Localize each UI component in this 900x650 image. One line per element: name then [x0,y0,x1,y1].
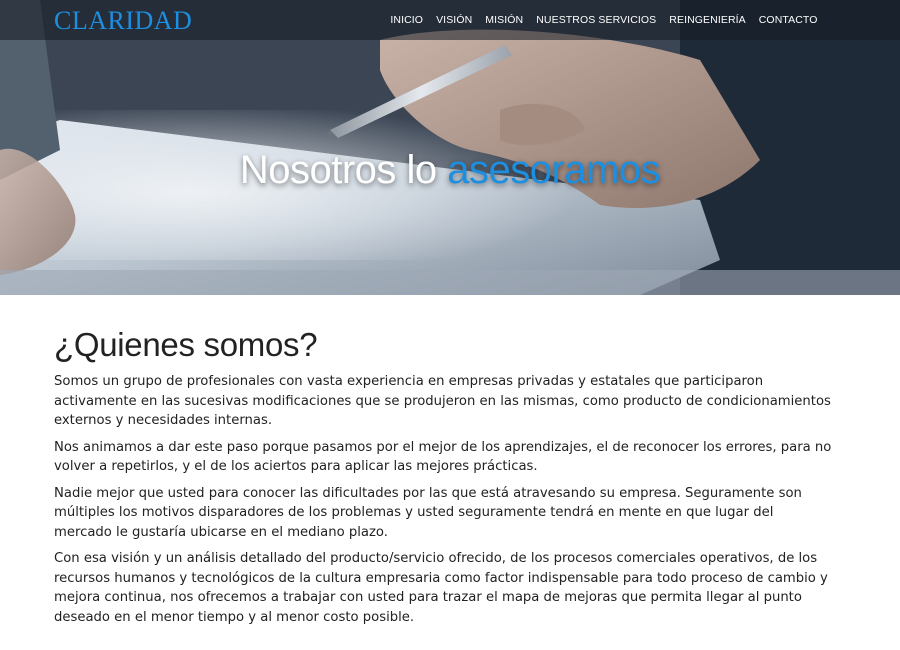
hero-title: Nosotros lo asesoramos [0,148,900,193]
main-menu: INICIO VISIÓN MISIÓN NUESTROS SERVICIOS … [384,0,824,40]
top-navbar: CLARIDAD INICIO VISIÓN MISIÓN NUESTROS S… [0,0,900,40]
nav-item-inicio[interactable]: INICIO [384,14,430,26]
nav-item-vision[interactable]: VISIÓN [430,14,479,26]
nav-item-mision[interactable]: MISIÓN [479,14,530,26]
about-paragraph: Con esa visión y un análisis detallado d… [54,551,828,625]
about-paragraph: Nadie mejor que usted para conocer las d… [54,485,802,540]
about-paragraph: Nos animamos a dar este paso porque pasa… [54,439,832,475]
hero-title-plain: Nosotros lo [239,148,448,192]
about-heading: ¿Quienes somos? [54,326,318,363]
brand-logo[interactable]: CLARIDAD [54,6,192,36]
about-paragraph: Somos un grupo de profesionales con vast… [54,374,831,428]
nav-item-reingenieria[interactable]: REINGENIERÍA [663,14,752,26]
about-section: ¿Quienes somos? Somos un grupo de profes… [0,295,900,627]
hero-title-accent: asesoramos [447,148,661,192]
nav-item-servicios[interactable]: NUESTROS SERVICIOS [530,14,663,26]
nav-item-contacto[interactable]: CONTACTO [752,14,824,26]
hero-banner: CLARIDAD INICIO VISIÓN MISIÓN NUESTROS S… [0,0,900,295]
